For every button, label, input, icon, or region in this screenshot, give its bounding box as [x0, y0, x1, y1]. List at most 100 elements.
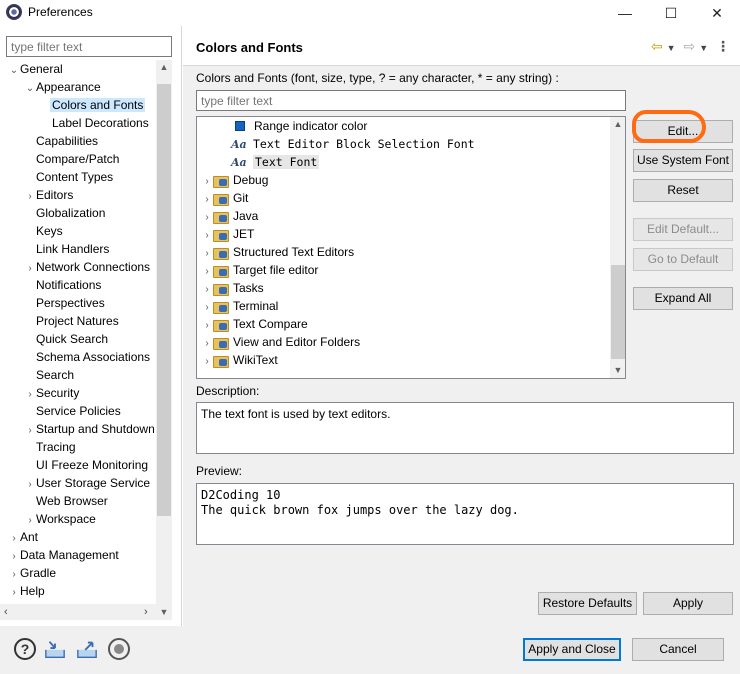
expand-all-button[interactable]: Expand All	[633, 287, 733, 310]
scroll-down-icon[interactable]: ▼	[156, 607, 172, 617]
tree-item[interactable]: › Gradle	[8, 564, 56, 582]
reset-button[interactable]: Reset	[633, 179, 733, 202]
font-tree-item-label: Debug	[233, 173, 269, 187]
tree-item[interactable]: Search	[24, 366, 74, 384]
tree-item-label: Quick Search	[36, 332, 109, 346]
tree-item[interactable]: UI Freeze Monitoring	[24, 456, 148, 474]
font-tree-item[interactable]: › Tasks	[201, 279, 264, 297]
tree-item[interactable]: Globalization	[24, 204, 105, 222]
tree-item[interactable]: Project Natures	[24, 312, 119, 330]
chevron-right-icon[interactable]: ›	[201, 353, 213, 371]
font-tree-item[interactable]: › Target file editor	[201, 261, 318, 279]
folder-icon	[213, 228, 229, 242]
tree-item[interactable]: Capabilities	[24, 132, 98, 150]
font-tree-item[interactable]: › Text Compare	[201, 315, 308, 333]
font-tree-item-label: Tasks	[233, 281, 264, 295]
tree-item[interactable]: › Workspace	[24, 510, 95, 528]
view-menu-icon[interactable]: ⋮	[716, 38, 730, 55]
font-tree-item[interactable]: › Java	[201, 207, 258, 225]
chevron-down-icon[interactable]: ⌄	[8, 62, 20, 80]
tree-item[interactable]: Content Types	[24, 168, 113, 186]
tree-item-label: Search	[36, 368, 75, 382]
nav-filter-input[interactable]	[6, 36, 172, 57]
description-label: Description:	[196, 384, 260, 398]
nav-horizontal-scrollbar[interactable]: ‹ ›	[0, 604, 156, 620]
tree-item[interactable]: › Startup and Shutdown	[24, 420, 154, 438]
use-system-font-button[interactable]: Use System Font	[633, 149, 733, 172]
edit-button[interactable]: Edit...	[633, 120, 733, 143]
tree-item[interactable]: Perspectives	[24, 294, 105, 312]
font-tree-item-label: Java	[233, 209, 259, 223]
import-icon[interactable]	[44, 638, 66, 660]
apply-button[interactable]: Apply	[643, 592, 733, 615]
edit-default-button[interactable]: Edit Default...	[633, 218, 733, 241]
font-tree-item-label: Target file editor	[233, 263, 319, 277]
font-filter-input[interactable]	[196, 90, 626, 111]
tree-item[interactable]: Keys	[24, 222, 63, 240]
font-tree-scrollbar[interactable]: ▲ ▼	[610, 117, 625, 378]
tree-item[interactable]: › Help	[8, 582, 44, 602]
scroll-up-icon[interactable]: ▲	[610, 119, 625, 129]
cancel-button[interactable]: Cancel	[632, 638, 724, 661]
back-menu-icon[interactable]: ▼	[667, 43, 676, 53]
tree-item[interactable]: ⌄ General	[8, 60, 63, 78]
maximize-button[interactable]: ☐	[648, 0, 694, 26]
tree-item-label: Service Policies	[36, 404, 121, 418]
tree-item[interactable]: Schema Associations	[24, 348, 150, 366]
font-tree-item-label: Git	[233, 191, 249, 205]
font-tree-item[interactable]: Aa Text Font	[231, 153, 320, 171]
forward-arrow-icon[interactable]: ⇨	[683, 38, 695, 55]
tree-item[interactable]: Service Policies	[24, 402, 121, 420]
scroll-up-icon[interactable]: ▲	[156, 62, 172, 72]
back-arrow-icon[interactable]: ⇦	[651, 38, 663, 55]
tree-item[interactable]: › Ant	[8, 528, 38, 546]
tree-item-label: Web Browser	[36, 494, 108, 508]
forward-menu-icon[interactable]: ▼	[699, 43, 708, 53]
tree-item[interactable]: Label Decorations	[40, 114, 149, 132]
tree-item-label: Editors	[36, 188, 74, 202]
font-tree-item[interactable]: › JET	[201, 225, 254, 243]
scroll-left-icon[interactable]: ‹	[4, 604, 8, 620]
tree-item[interactable]: Colors and Fonts	[40, 96, 146, 114]
export-icon[interactable]	[76, 638, 98, 660]
font-tree-item-label: View and Editor Folders	[233, 335, 361, 349]
chevron-down-icon[interactable]: ⌄	[24, 80, 36, 98]
go-to-default-button[interactable]: Go to Default	[633, 248, 733, 271]
tree-item[interactable]: Notifications	[24, 276, 101, 294]
nav-vertical-scrollbar[interactable]: ▲ ▼	[156, 60, 172, 620]
tree-item-label: Keys	[36, 224, 63, 238]
font-tree-item[interactable]: › WikiText	[201, 351, 278, 369]
chevron-right-icon[interactable]: ›	[8, 584, 20, 602]
scroll-thumb[interactable]	[611, 265, 625, 359]
font-tree-item[interactable]: › View and Editor Folders	[201, 333, 360, 351]
tree-item[interactable]: Link Handlers	[24, 240, 109, 258]
font-tree-item-label: JET	[233, 227, 255, 241]
tree-item[interactable]: Tracing	[24, 438, 76, 456]
tree-item-label: User Storage Service	[36, 476, 151, 490]
apply-and-close-button[interactable]: Apply and Close	[523, 638, 621, 661]
scroll-thumb[interactable]	[157, 84, 171, 516]
font-tree-item[interactable]: › Debug	[201, 171, 268, 189]
record-icon[interactable]	[108, 638, 130, 660]
tree-item[interactable]: › Editors	[24, 186, 73, 204]
minimize-button[interactable]: —	[602, 0, 648, 26]
tree-item[interactable]: › Data Management	[8, 546, 118, 564]
tree-item-label: Appearance	[36, 80, 101, 94]
font-tree-item[interactable]: › Terminal	[201, 297, 278, 315]
help-icon[interactable]: ?	[14, 638, 36, 660]
font-tree-item[interactable]: Aa Text Editor Block Selection Font	[231, 135, 475, 153]
tree-item[interactable]: Quick Search	[24, 330, 108, 348]
tree-item[interactable]: ⌄ Appearance	[24, 78, 101, 96]
font-tree-item[interactable]: › Structured Text Editors	[201, 243, 354, 261]
tree-item[interactable]: Compare/Patch	[24, 150, 119, 168]
scroll-right-icon[interactable]: ›	[144, 604, 148, 620]
font-tree-item[interactable]: › Git	[201, 189, 248, 207]
tree-item[interactable]: › Security	[24, 384, 79, 402]
tree-item[interactable]: › Network Connections	[24, 258, 150, 276]
close-button[interactable]: ✕	[694, 0, 740, 26]
tree-item[interactable]: › User Storage Service	[24, 474, 150, 492]
tree-item[interactable]: Web Browser	[24, 492, 108, 510]
restore-defaults-button[interactable]: Restore Defaults	[538, 592, 637, 615]
scroll-down-icon[interactable]: ▼	[610, 365, 625, 375]
font-tree-item[interactable]: Range indicator color	[231, 117, 367, 135]
